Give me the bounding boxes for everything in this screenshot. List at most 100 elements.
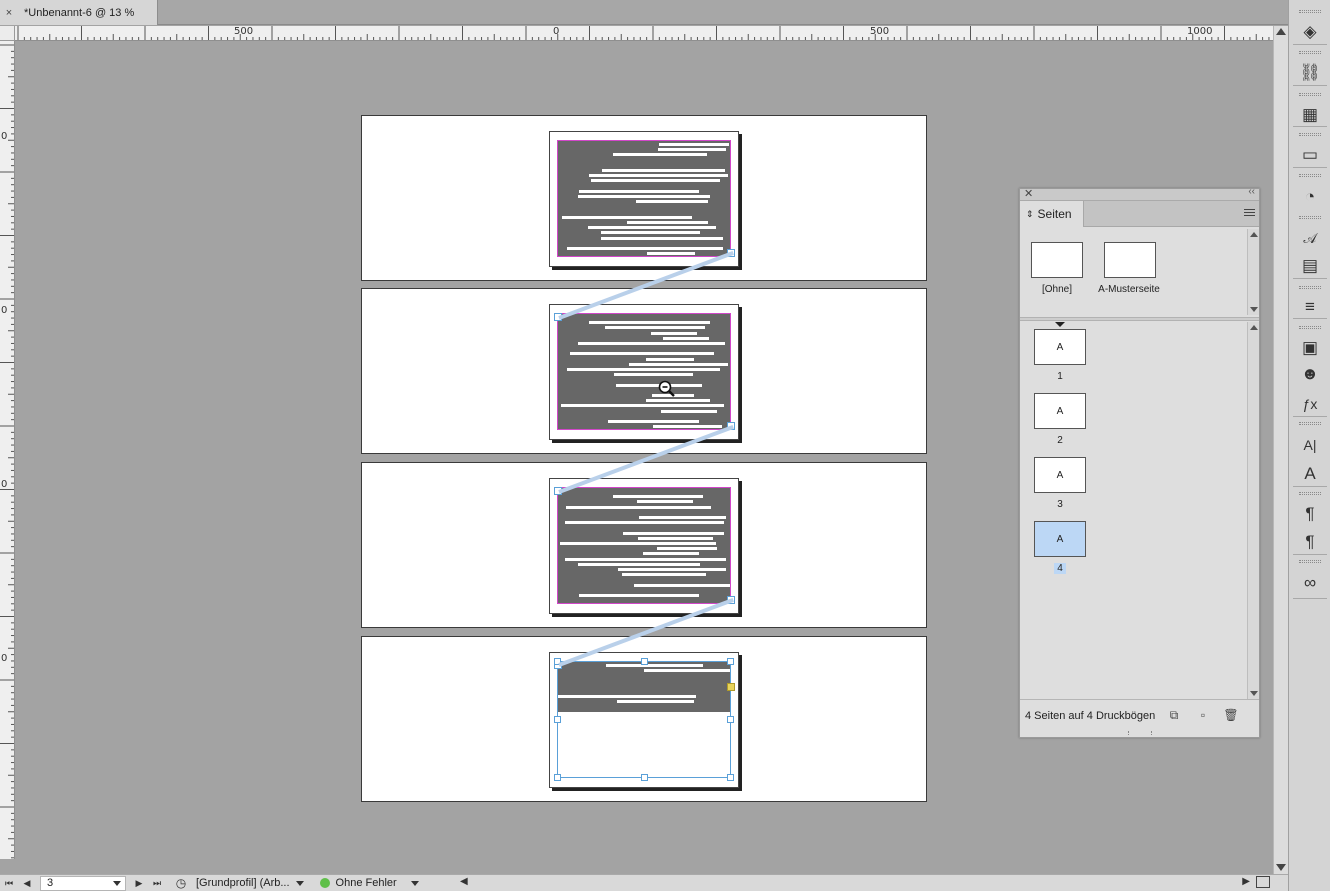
scroll-up-icon[interactable] <box>1250 325 1258 330</box>
horizontal-scrollbar[interactable]: ◀ ▶ <box>460 876 1250 890</box>
close-tab-icon[interactable]: × <box>0 7 18 19</box>
text-line <box>561 404 724 407</box>
panel-group-grip[interactable] <box>1299 326 1321 329</box>
text-line <box>565 521 724 524</box>
links-icon[interactable]: ⛓ <box>1296 61 1324 85</box>
close-panel-icon[interactable]: ✕ <box>1024 187 1033 200</box>
panel-group-grip[interactable] <box>1299 133 1321 136</box>
text-frame[interactable] <box>557 313 731 430</box>
profile-dropdown-icon[interactable] <box>295 880 304 886</box>
resize-handle[interactable] <box>641 658 648 665</box>
panel-menu-icon[interactable] <box>1244 209 1255 218</box>
spread-3[interactable] <box>361 462 927 628</box>
scroll-down-icon[interactable] <box>1250 691 1258 696</box>
text-frame[interactable] <box>557 140 731 257</box>
page-thumbnail[interactable]: A <box>1034 393 1086 429</box>
tab-pages[interactable]: ⇕ Seiten <box>1020 201 1084 227</box>
document-tab[interactable]: × *Unbenannt-6 @ 13 % <box>0 0 158 25</box>
scroll-down-icon[interactable] <box>1276 864 1286 871</box>
page-1[interactable] <box>549 131 739 267</box>
character-styles-icon[interactable]: 𝒜 <box>1296 226 1324 250</box>
page-size-icon[interactable]: ⧉ <box>1166 708 1182 722</box>
scroll-right-icon[interactable]: ▶ <box>1242 876 1250 887</box>
story-icon[interactable]: ▣ <box>1296 336 1324 360</box>
cc-libraries-icon[interactable]: ☻ <box>1296 362 1324 386</box>
panel-title-bar[interactable]: ✕ ‹‹ <box>1020 186 1259 201</box>
gradient-icon[interactable]: ▭ <box>1296 143 1324 167</box>
new-page-icon[interactable]: ▫ <box>1195 708 1211 722</box>
page-thumbnail[interactable]: A <box>1034 457 1086 493</box>
scroll-up-icon[interactable] <box>1276 28 1286 35</box>
preflight-menu-icon[interactable] <box>410 880 419 886</box>
panel-group-grip[interactable] <box>1299 492 1321 495</box>
preflight-profile[interactable]: [Grundprofil] (Arb... <box>196 877 290 889</box>
panel-group-grip[interactable] <box>1299 422 1321 425</box>
resize-handle[interactable] <box>727 658 734 665</box>
text-line <box>647 252 695 255</box>
page-number-label: 3 <box>1034 499 1086 510</box>
text-line <box>643 552 699 555</box>
page-thumbnail[interactable]: A <box>1034 329 1086 365</box>
page-2[interactable] <box>549 304 739 440</box>
collapse-panel-icon[interactable]: ‹‹ <box>1248 186 1255 197</box>
panel-group-grip[interactable] <box>1299 216 1321 219</box>
text-line <box>578 342 725 345</box>
swatches-icon[interactable]: ▦ <box>1296 103 1324 127</box>
panel-group-grip[interactable] <box>1299 174 1321 177</box>
text-line <box>646 399 710 402</box>
spread-1[interactable] <box>361 115 927 281</box>
page-4[interactable] <box>549 652 739 788</box>
next-page-button[interactable]: ▶ <box>130 875 148 891</box>
resize-handle[interactable] <box>554 774 561 781</box>
character-styles-panel-icon[interactable]: A <box>1296 462 1324 486</box>
layers-icon[interactable]: ◈ <box>1296 20 1324 44</box>
page-thumbnail-selected[interactable]: A <box>1034 521 1086 557</box>
pages-scrollbar[interactable] <box>1247 322 1259 699</box>
resize-grip[interactable] <box>1128 731 1152 735</box>
master-none[interactable] <box>1031 242 1083 278</box>
page-number-text: 4 <box>1054 563 1066 574</box>
chevron-down-icon[interactable] <box>113 880 121 886</box>
panel-group-grip[interactable] <box>1299 10 1321 13</box>
vertical-scrollbar[interactable] <box>1273 26 1288 874</box>
section-divider[interactable] <box>1020 317 1259 321</box>
vertical-ruler[interactable]: 0 0 0 0 <box>0 41 15 859</box>
resize-handle[interactable] <box>727 716 734 723</box>
stroke-icon[interactable]: ≡ <box>1296 295 1324 319</box>
effects-icon[interactable]: ƒx <box>1296 392 1324 416</box>
page-number-field[interactable]: 3 <box>40 875 126 891</box>
text-frame[interactable] <box>557 487 731 604</box>
scroll-down-icon[interactable] <box>1250 307 1258 312</box>
masters-scrollbar[interactable] <box>1247 229 1259 315</box>
panel-group-grip[interactable] <box>1299 93 1321 96</box>
trash-icon[interactable]: 🗑 <box>1223 708 1239 722</box>
horizontal-ruler[interactable]: 500 0 500 1000 <box>15 26 1273 41</box>
first-page-button[interactable]: ⏮ <box>0 875 18 891</box>
creative-cloud-icon[interactable]: ∞ <box>1296 571 1324 595</box>
selected-text-frame[interactable] <box>557 661 731 778</box>
resize-handle[interactable] <box>727 774 734 781</box>
color-theme-icon[interactable]: ◔ <box>1296 185 1324 209</box>
previous-page-button[interactable]: ◀ <box>18 875 36 891</box>
paragraph-styles-icon[interactable]: ¶ <box>1296 530 1324 554</box>
overset-text-icon[interactable] <box>727 683 735 691</box>
page-3[interactable] <box>549 478 739 614</box>
panel-group-grip[interactable] <box>1299 560 1321 563</box>
panel-group-grip[interactable] <box>1299 286 1321 289</box>
last-page-button[interactable]: ⏭ <box>148 875 166 891</box>
panel-group-grip[interactable] <box>1299 51 1321 54</box>
master-a[interactable] <box>1104 242 1156 278</box>
text-wrap-icon[interactable]: ▤ <box>1296 254 1324 278</box>
character-icon[interactable]: A| <box>1296 433 1324 457</box>
scroll-up-icon[interactable] <box>1250 232 1258 237</box>
split-window-icon[interactable] <box>1256 876 1270 888</box>
ruler-origin[interactable] <box>0 26 15 41</box>
spread-4[interactable] <box>361 636 927 802</box>
paragraph-icon[interactable]: ¶ <box>1296 502 1324 526</box>
resize-handle[interactable] <box>641 774 648 781</box>
preflight-status: Ohne Fehler <box>335 877 397 889</box>
scroll-left-icon[interactable]: ◀ <box>460 876 468 887</box>
spread-2[interactable] <box>361 288 927 454</box>
open-page-icon[interactable]: ◷ <box>166 875 196 891</box>
resize-handle[interactable] <box>554 716 561 723</box>
